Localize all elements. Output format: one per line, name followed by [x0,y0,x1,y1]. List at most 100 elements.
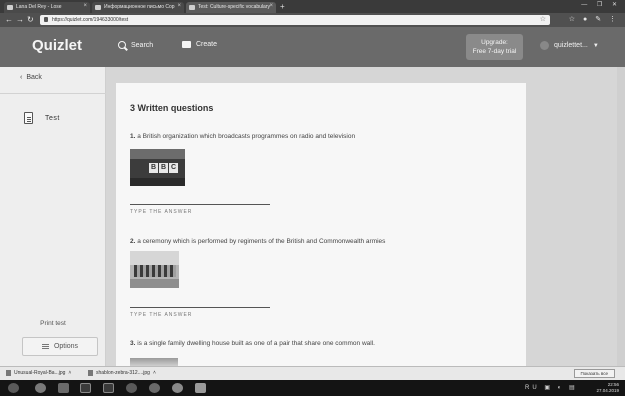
start-icon[interactable] [8,383,19,393]
upgrade-button[interactable]: Upgrade: Free 7-day trial [466,34,523,60]
answer-input[interactable] [130,307,270,308]
chat-app-icon[interactable] [149,383,160,393]
browser-tab-active[interactable]: Test: Culture-specific vocabulary × [186,2,276,13]
tab-label: Lana Del Rey - Lose [16,4,62,10]
question-number: 3. [130,340,136,347]
back-link[interactable]: ‹ Back [20,74,42,81]
chevron-left-icon: ‹ [20,74,23,81]
media-app-icon[interactable] [126,383,137,393]
question-image: B B C [130,149,185,186]
sidebar-item-test[interactable]: Test [24,112,60,124]
chrome-app-icon[interactable] [172,383,183,393]
address-bar: ← → ↻ https://quizlet.com/194633000/test… [0,13,625,27]
photoshop-app-icon[interactable] [80,383,91,393]
close-icon[interactable]: × [177,3,181,9]
clock-date: 27.04.2019 [596,388,619,393]
upgrade-sublabel: Free 7-day trial [472,48,517,55]
forward-arrow-icon[interactable]: → [16,15,24,25]
quizlet-logo[interactable]: Quizlet [32,37,82,54]
chevron-up-icon[interactable]: ˄ [153,370,156,376]
chevron-down-icon: ▼ [592,42,599,49]
taskbar: RU ▣ ◐ ▤ 22:56 27.04.2019 [0,380,625,396]
avatar [540,41,549,50]
browser-app-icon[interactable] [35,383,46,393]
back-arrow-icon[interactable]: ← [5,15,13,25]
sidebar: ‹ Back Test Print test Options [0,67,106,366]
bbc-letter: B [159,163,168,173]
download-item[interactable]: Unusual-Royal-Ba...jpg ˄ [6,370,71,376]
tab-favicon-icon [189,5,195,10]
answer-label: TYPE THE ANSWER [130,312,193,318]
browser-tab[interactable]: Информационное письмо Сор × [92,2,184,13]
house-image [130,358,178,366]
downloads-bar: Unusual-Royal-Ba...jpg ˄ shablon-zebra-3… [0,366,625,380]
tab-label: Информационное письмо Сор [104,4,175,10]
question-text: a British organization which broadcasts … [137,133,356,140]
question-prompt: 3. is a single family dwelling house bui… [130,340,510,347]
sidebar-item-label: Test [45,114,60,122]
lock-icon [44,17,48,22]
url-input[interactable]: https://quizlet.com/194633000/test ☆ [40,15,550,25]
question-text: is a single family dwelling house built … [137,340,375,347]
username: quizlettet... [554,42,588,49]
language-indicator[interactable]: RU [525,385,540,391]
bbc-letter: B [149,163,158,173]
download-item[interactable]: shablon-zebra-312....jpg ˄ [88,370,156,376]
file-icon [6,370,11,376]
create-button[interactable]: Create [182,41,217,48]
clock[interactable]: 22:56 27.04.2019 [596,382,619,394]
folder-app-icon[interactable] [58,383,69,393]
search-label: Search [131,41,154,49]
reload-icon[interactable]: ↻ [27,15,34,25]
file-icon [88,370,93,376]
extension-icons[interactable]: ☆ ● ✎ ⋮ [569,15,619,23]
options-button[interactable]: Options [22,337,98,356]
create-label: Create [196,41,218,48]
question-image [130,251,179,288]
lightroom-app-icon[interactable] [103,383,114,393]
bbc-logo-image: B B C [130,149,185,186]
test-card: 3 Written questions 1. a British organiz… [116,83,526,366]
question-text: a ceremony which is performed by regimen… [137,238,386,245]
close-icon[interactable]: × [83,3,87,9]
browser-tab[interactable]: Lana Del Rey - Lose × [4,2,90,13]
bbc-letter: C [169,163,178,173]
quizlet-header: Quizlet Search Create Upgrade: Free 7-da… [0,27,625,67]
chevron-up-icon[interactable]: ˄ [68,370,71,376]
bookmark-star-icon[interactable]: ☆ [540,15,546,23]
page-title: 3 Written questions [130,103,214,113]
scrollbar[interactable] [617,67,625,366]
system-tray-icons[interactable]: RU ▣ ◐ ▤ [525,384,578,391]
tab-label: Test: Culture-specific vocabulary [198,4,270,10]
search-button[interactable]: Search [118,41,153,49]
question-number: 2. [130,238,136,245]
download-filename: Unusual-Royal-Ba...jpg [14,370,66,376]
download-filename: shablon-zebra-312....jpg [96,370,150,376]
browser-tabstrip: Lana Del Rey - Lose × Информационное пис… [0,0,625,13]
back-label: Back [26,74,42,81]
user-menu[interactable]: quizlettet... ▼ [540,41,599,50]
new-tab-icon[interactable]: + [280,2,285,11]
question-number: 1. [130,133,136,140]
show-all-button[interactable]: Показать все [573,369,615,378]
tab-favicon-icon [95,5,101,10]
page-body: ‹ Back Test Print test Options 3 Written… [0,67,625,366]
search-icon [118,41,126,49]
print-test-link[interactable]: Print test [0,320,106,327]
sidebar-divider [0,93,106,94]
url-text: https://quizlet.com/194633000/test [52,17,129,23]
window-controls[interactable]: — ❐ ✕ [581,1,621,8]
answer-input[interactable] [130,204,270,205]
guard-ceremony-image [130,251,179,288]
close-icon[interactable]: × [269,3,273,9]
upgrade-label: Upgrade: [481,39,508,46]
options-icon [41,344,49,349]
create-icon [182,41,191,48]
question-image [130,358,178,366]
question-prompt: 1. a British organization which broadcas… [130,133,510,140]
document-icon [24,112,33,124]
answer-label: TYPE THE ANSWER [130,209,193,215]
question-prompt: 2. a ceremony which is performed by regi… [130,238,510,245]
options-label: Options [53,343,79,350]
word-app-icon[interactable] [195,383,206,393]
